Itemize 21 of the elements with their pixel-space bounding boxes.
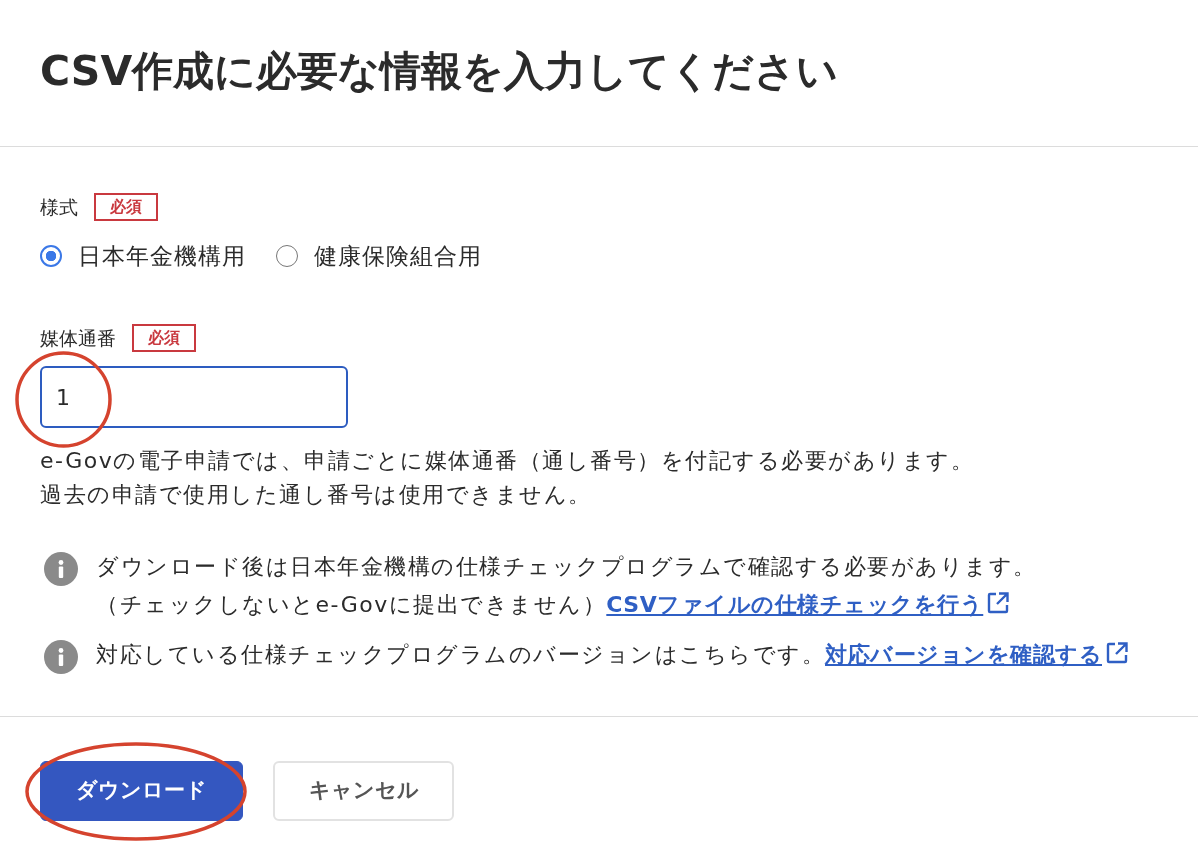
external-link-icon xyxy=(1105,641,1129,665)
field-label: 媒体通番 xyxy=(40,326,116,351)
radio-button[interactable] xyxy=(276,245,298,267)
note-text: 対応している仕様チェックプログラムのバージョンはこちらです。対応バージョンを確認する xyxy=(96,636,1129,674)
help-text: e-Govの電子申請では、申請ごとに媒体通番（通し番号）を付記する必要があります。 過去の申請で使用した通し番号は使用できません。 xyxy=(40,447,976,509)
required-tag: 必須 xyxy=(132,324,196,352)
radio-button[interactable] xyxy=(40,245,62,267)
cancel-button[interactable]: キャンセル xyxy=(273,761,454,821)
field-label: 様式 xyxy=(40,195,78,220)
info-icon xyxy=(44,640,78,674)
option-label[interactable]: 健康保険組合用 xyxy=(314,241,482,271)
external-link[interactable]: CSVファイルの仕様チェックを行う xyxy=(606,592,1011,617)
external-link[interactable]: 対応バージョンを確認する xyxy=(825,642,1129,667)
dialog-title: CSV作成に必要な情報を入力してください xyxy=(40,46,840,96)
input-field[interactable]: 1 xyxy=(40,366,348,428)
download-button[interactable]: ダウンロード xyxy=(40,761,243,821)
external-link-icon xyxy=(986,591,1011,615)
note-text: ダウンロード後は日本年金機構の仕様チェックプログラムで確認する必要があります。 （チェックしないとe-Govに提出できません）CSVファイルの仕様チェックを行う xyxy=(96,553,1037,619)
option-label[interactable]: 日本年金機構用 xyxy=(78,241,246,271)
required-tag: 必須 xyxy=(94,193,158,221)
info-icon xyxy=(44,552,78,586)
